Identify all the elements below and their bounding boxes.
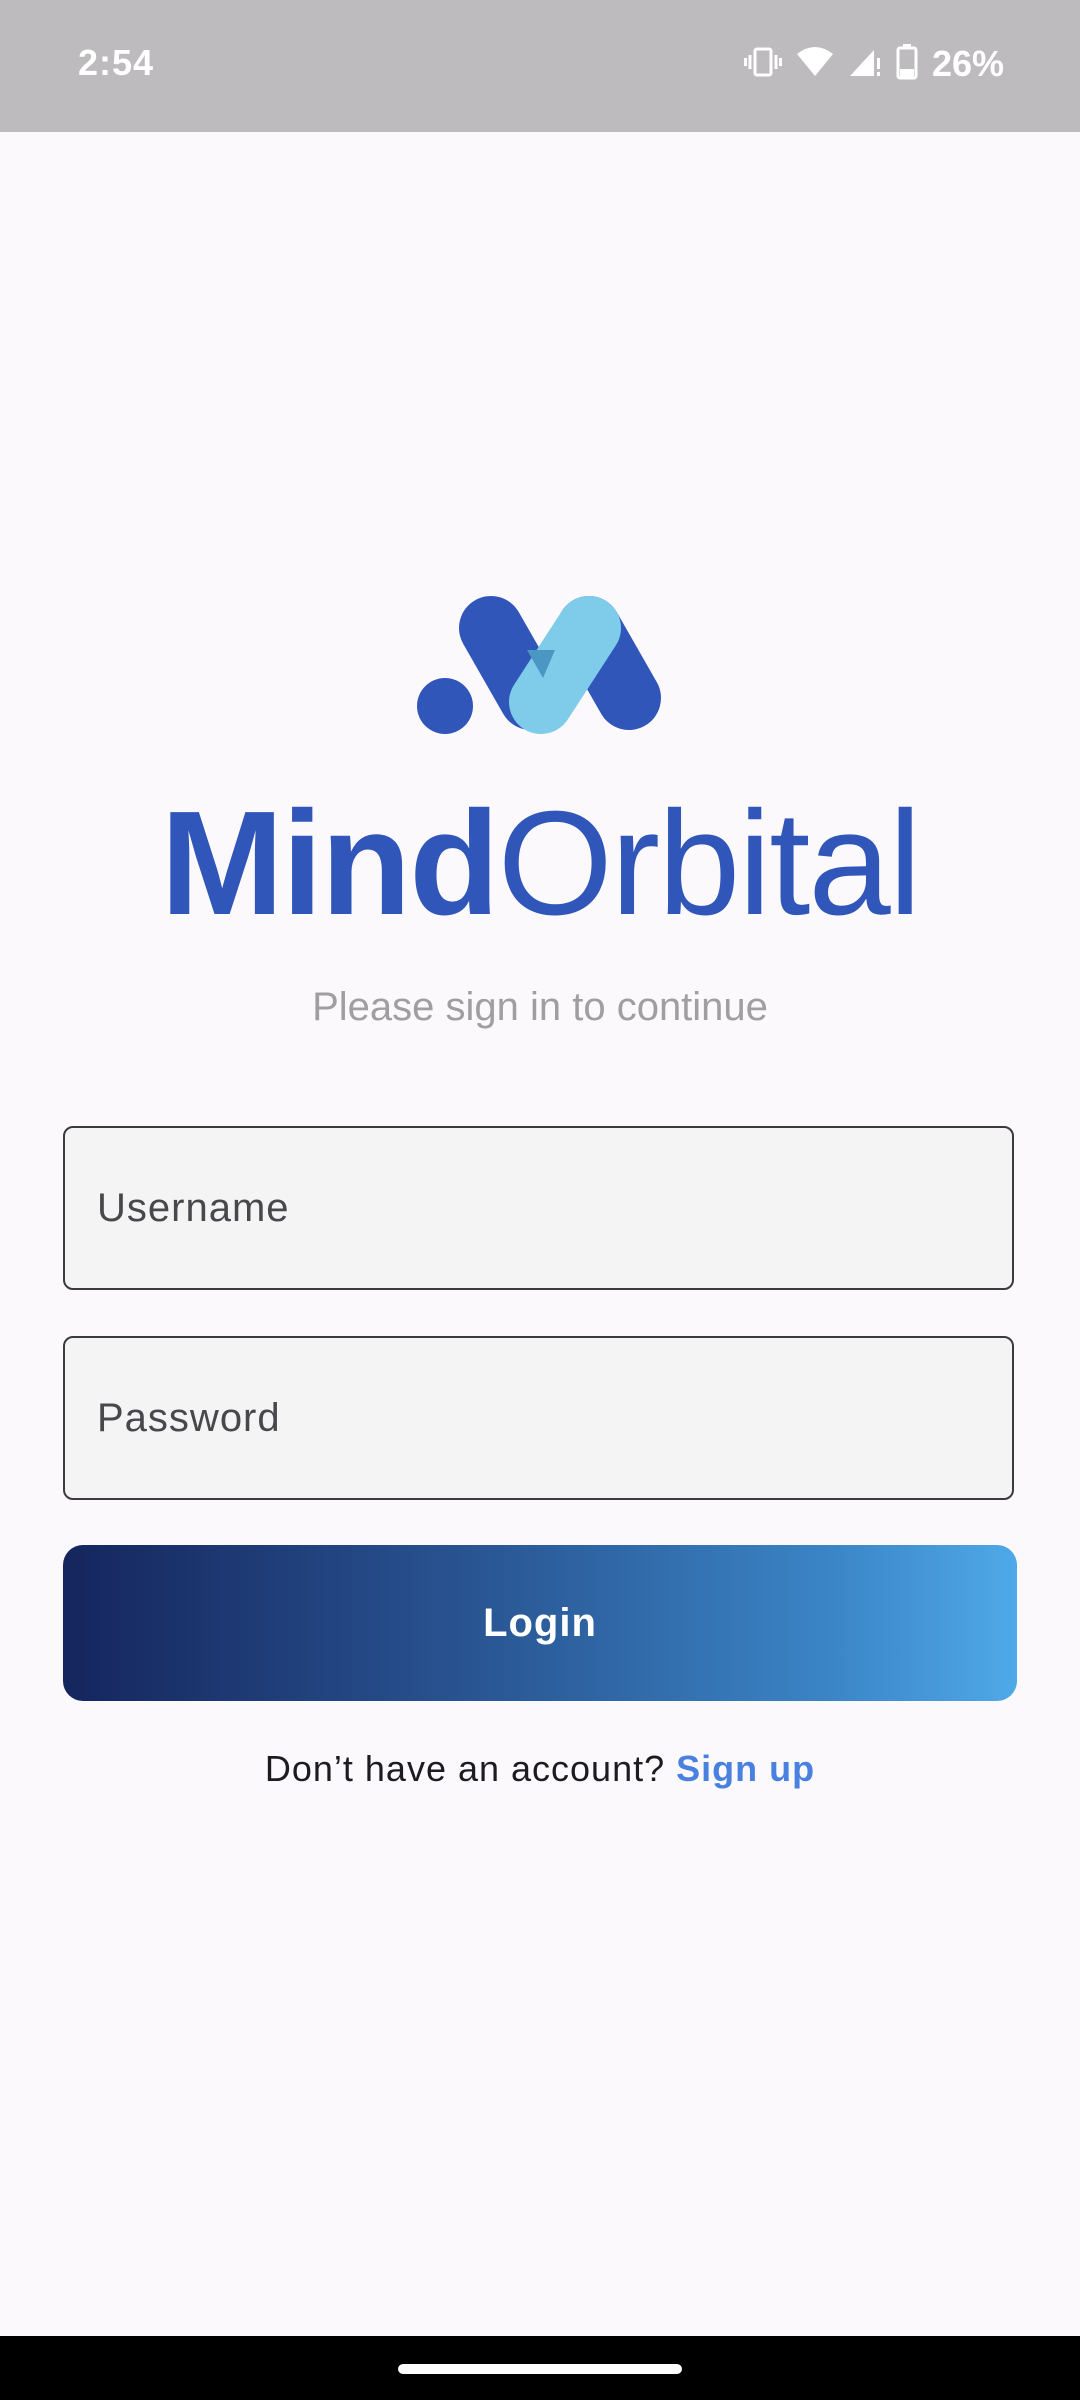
navigation-bar [0,2336,1080,2400]
status-bar: 2:54 26% [0,0,1080,132]
status-icons: 26% [743,43,1004,85]
battery-icon [896,43,918,85]
username-input[interactable] [65,1128,1012,1288]
signup-link[interactable]: Sign up [676,1748,815,1789]
password-input[interactable] [65,1338,1012,1498]
vibrate-icon [743,47,782,82]
wifi-icon [796,46,834,83]
login-button[interactable]: Login [63,1545,1017,1701]
signup-prompt-text: Don’t have an account? [264,1748,666,1789]
sign-in-subtitle: Please sign in to continue [312,985,768,1029]
password-field[interactable] [63,1336,1014,1500]
signup-prompt-line: Don’t have an account? Sign up [0,1748,1080,1790]
status-time: 2:54 [78,42,155,83]
brand-name-bold: Mind [160,781,499,946]
app-logo [0,590,1080,740]
battery-percentage: 26% [931,43,1004,84]
username-field[interactable] [63,1126,1014,1290]
brand-wordmark: MindOrbital [0,790,1080,938]
logo-mark-icon [417,596,661,734]
signal-icon [848,46,882,83]
home-indicator[interactable] [398,2364,682,2374]
brand-name-regular: Orbital [497,781,922,946]
